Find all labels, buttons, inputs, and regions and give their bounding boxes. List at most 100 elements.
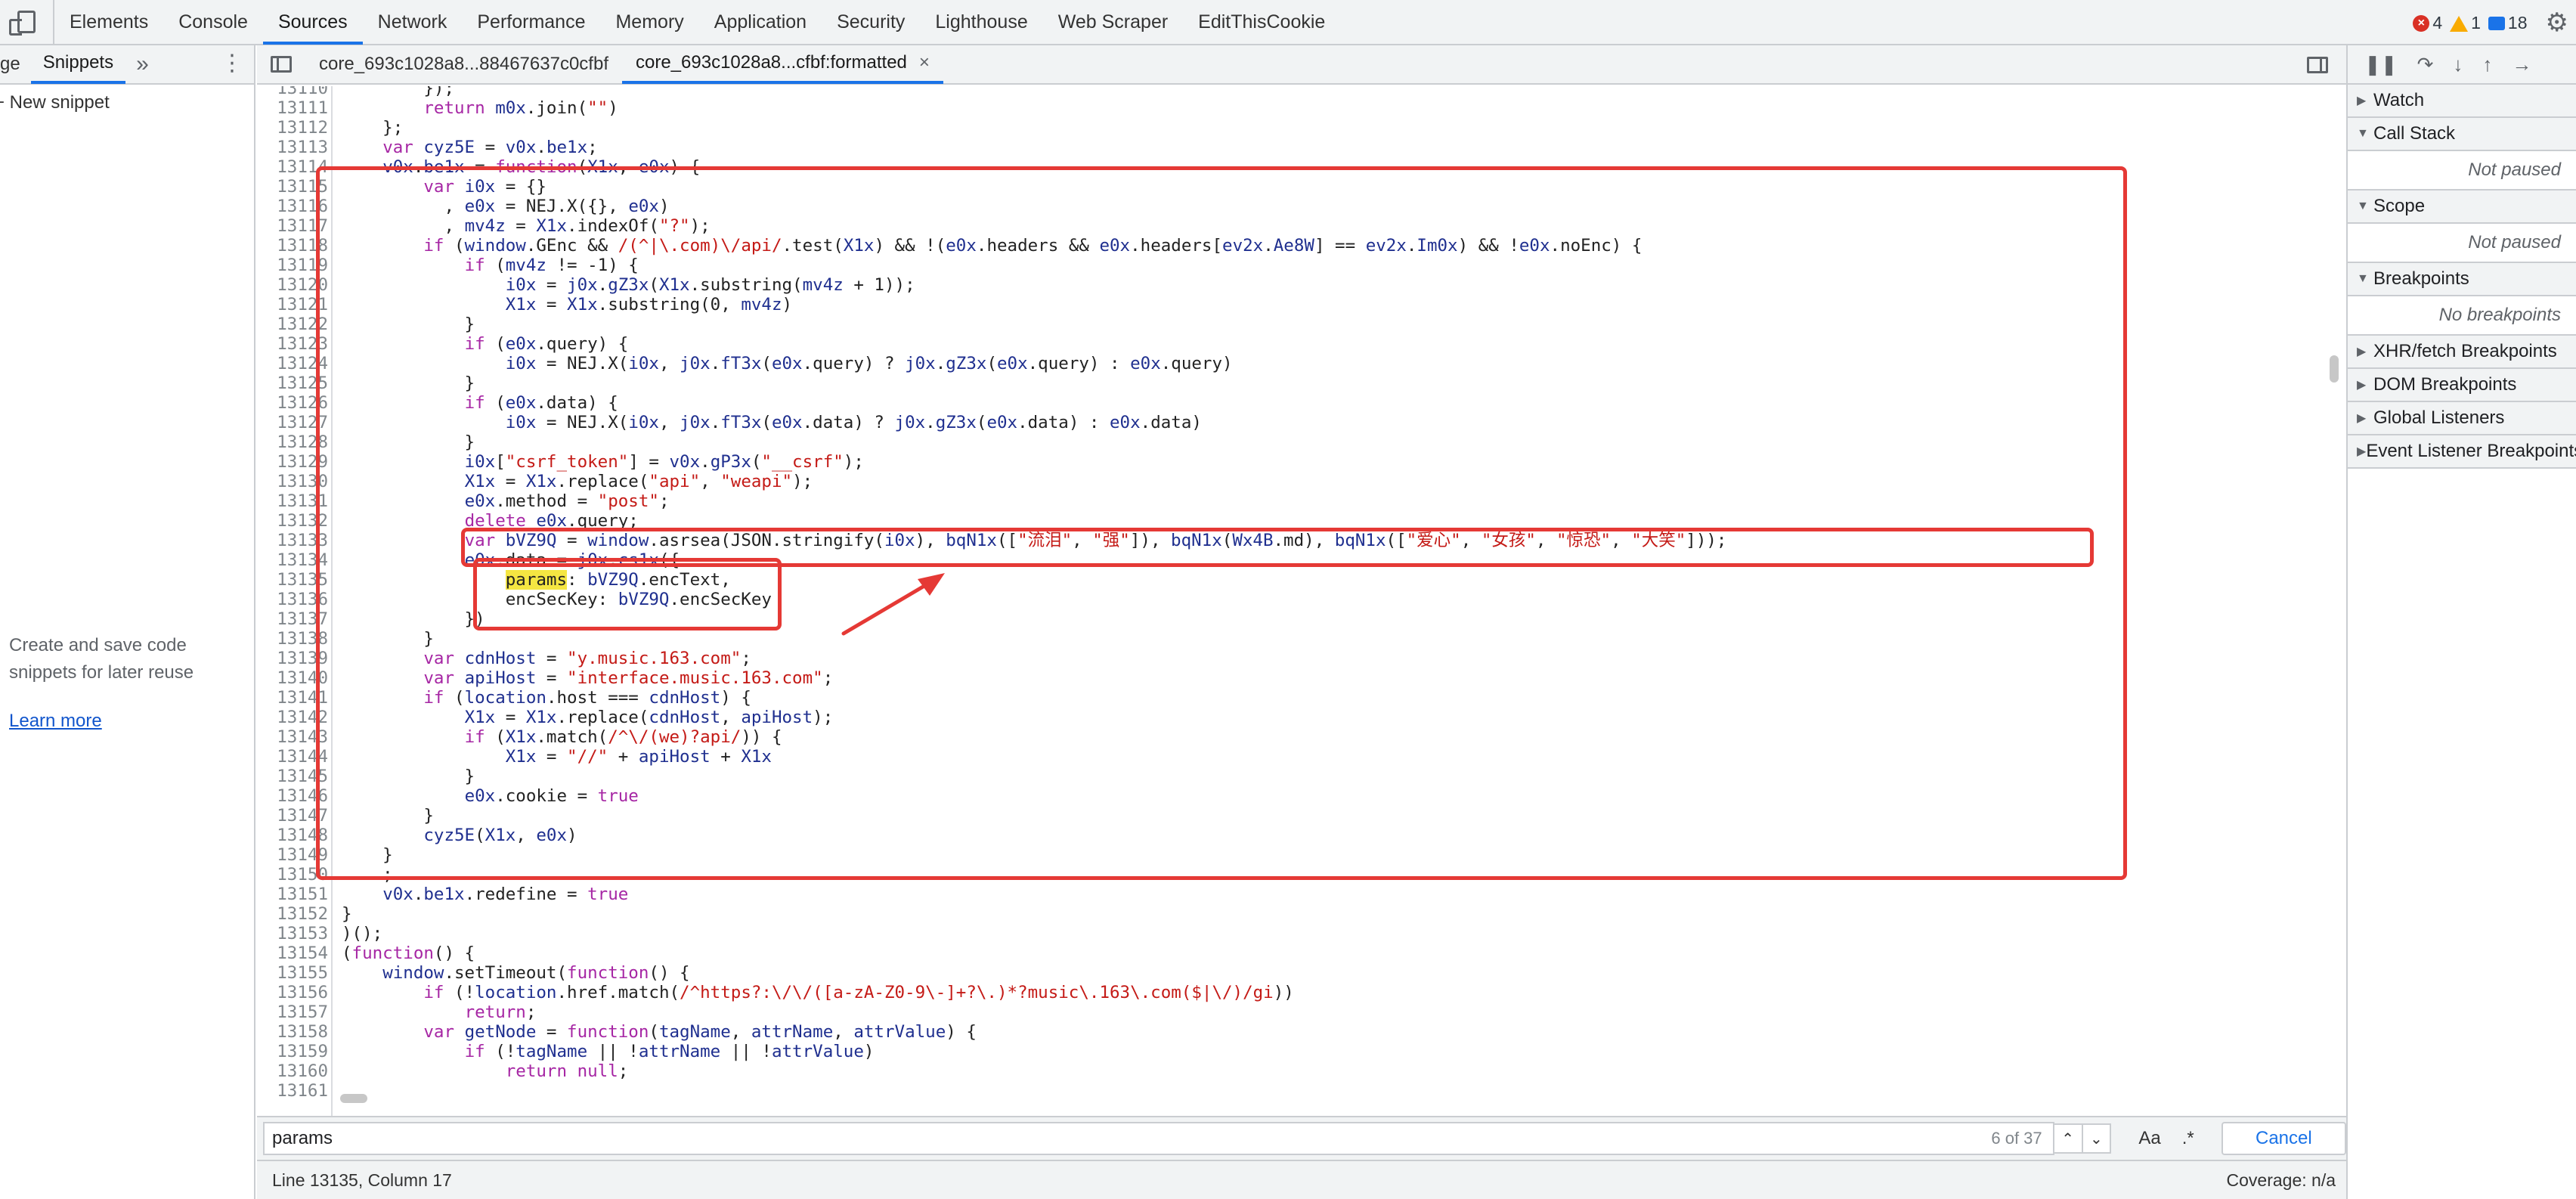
code-line[interactable]: 13150 ; <box>257 865 2346 885</box>
code-line[interactable]: 13143 if (X1x.match(/^\/(we)?api/)) { <box>257 727 2346 747</box>
code-line[interactable]: 13159 if (!tagName || !attrName || !attr… <box>257 1042 2346 1061</box>
line-number[interactable]: 13112 <box>257 118 328 138</box>
line-number[interactable]: 13143 <box>257 727 328 747</box>
code-line[interactable]: 13160 return null; <box>257 1061 2346 1081</box>
line-number[interactable]: 13144 <box>257 747 328 767</box>
code-line[interactable]: 13152} <box>257 904 2346 924</box>
tab-elements[interactable]: Elements <box>54 0 163 45</box>
line-number[interactable]: 13158 <box>257 1022 328 1042</box>
pause-icon[interactable]: ❚❚ <box>2364 53 2398 76</box>
code-line[interactable]: 13142 X1x = X1x.replace(cdnHost, apiHost… <box>257 708 2346 727</box>
code-line[interactable]: 13155 window.setTimeout(function() { <box>257 963 2346 983</box>
search-previous-button[interactable]: ⌃ <box>2052 1123 2083 1154</box>
pane-header-call-stack[interactable]: ▼ Call Stack <box>2348 118 2576 151</box>
line-number[interactable]: 13141 <box>257 688 328 708</box>
line-number[interactable]: 13117 <box>257 216 328 236</box>
close-icon[interactable]: × <box>919 52 930 73</box>
line-number[interactable]: 13115 <box>257 177 328 197</box>
code-line[interactable]: 13121 X1x = X1x.substring(0, mv4z) <box>257 295 2346 314</box>
line-number[interactable]: 13146 <box>257 786 328 806</box>
step-out-icon[interactable]: ↑ <box>2482 53 2492 76</box>
vertical-scrollbar[interactable] <box>2330 355 2339 383</box>
code-line[interactable]: 13158 var getNode = function(tagName, at… <box>257 1022 2346 1042</box>
code-line[interactable]: 13146 e0x.cookie = true <box>257 786 2346 806</box>
search-input[interactable]: params 6 of 37 <box>263 1122 2054 1155</box>
match-case-toggle[interactable]: Aa <box>2138 1128 2160 1149</box>
code-line[interactable]: 13133 var bVZ9Q = window.asrsea(JSON.str… <box>257 531 2346 550</box>
code-line[interactable]: 13148 cyz5E(X1x, e0x) <box>257 826 2346 845</box>
code-line[interactable]: 13110 }); <box>257 86 2346 98</box>
tab-web-scraper[interactable]: Web Scraper <box>1043 0 1183 45</box>
line-number[interactable]: 13123 <box>257 334 328 354</box>
line-number[interactable]: 13137 <box>257 609 328 629</box>
line-number[interactable]: 13136 <box>257 590 328 609</box>
line-number[interactable]: 13161 <box>257 1081 328 1101</box>
step-over-icon[interactable]: ↷ <box>2417 53 2434 76</box>
line-number[interactable]: 13116 <box>257 197 328 216</box>
code-line[interactable]: 13118 if (window.GEnc && /(^|\.com)\/api… <box>257 236 2346 256</box>
code-line[interactable]: 13141 if (location.host === cdnHost) { <box>257 688 2346 708</box>
line-number[interactable]: 13129 <box>257 452 328 472</box>
code-line[interactable]: 13131 e0x.method = "post"; <box>257 491 2346 511</box>
step-icon[interactable]: → <box>2512 53 2531 76</box>
line-number[interactable]: 13147 <box>257 806 328 826</box>
code-line[interactable]: 13153)(); <box>257 924 2346 943</box>
code-view[interactable]: 13110 }); 13111 return m0x.join("") 13112 … <box>257 86 2346 1134</box>
line-number[interactable]: 13149 <box>257 845 328 865</box>
code-line[interactable]: 13120 i0x = j0x.gZ3x(X1x.substring(mv4z … <box>257 275 2346 295</box>
code-line[interactable]: 13130 X1x = X1x.replace("api", "weapi"); <box>257 472 2346 491</box>
line-number[interactable]: 13160 <box>257 1061 328 1081</box>
code-line[interactable]: 13113 var cyz5E = v0x.be1x; <box>257 138 2346 157</box>
line-number[interactable]: 13150 <box>257 865 328 885</box>
error-counter[interactable]: × 4 <box>2413 13 2442 33</box>
line-number[interactable]: 13128 <box>257 432 328 452</box>
line-number[interactable]: 13114 <box>257 157 328 177</box>
code-line[interactable]: 13145 } <box>257 767 2346 786</box>
coverage-status[interactable]: Coverage: n/a <box>2227 1170 2336 1191</box>
kebab-menu-icon[interactable]: ⋮ <box>221 50 243 76</box>
line-number[interactable]: 13159 <box>257 1042 328 1061</box>
code-line[interactable]: 13154 (function() { <box>257 943 2346 963</box>
search-next-button[interactable]: ⌄ <box>2081 1123 2112 1154</box>
code-line[interactable]: 13149 } <box>257 845 2346 865</box>
line-number[interactable]: 13127 <box>257 413 328 432</box>
line-number[interactable]: 13148 <box>257 826 328 845</box>
message-counter[interactable]: 18 <box>2488 13 2528 33</box>
code-line[interactable]: 13139 var cdnHost = "y.music.163.com"; <box>257 649 2346 668</box>
line-number[interactable]: 13126 <box>257 393 328 413</box>
step-into-icon[interactable]: ↓ <box>2453 53 2463 76</box>
line-number[interactable]: 13118 <box>257 236 328 256</box>
code-line[interactable]: 13128 } <box>257 432 2346 452</box>
tab-memory[interactable]: Memory <box>600 0 698 45</box>
code-line[interactable]: 13135 params: bVZ9Q.encText, <box>257 570 2346 590</box>
line-number[interactable]: 13140 <box>257 668 328 688</box>
file-tab-original[interactable]: core_693c1028a8...88467637c0cfbf <box>305 45 622 84</box>
tab-performance[interactable]: Performance <box>462 0 600 45</box>
file-tab-formatted[interactable]: core_693c1028a8...cfbf:formatted × <box>621 45 943 84</box>
code-line[interactable]: 13111 return m0x.join("") <box>257 98 2346 118</box>
line-number[interactable]: 13156 <box>257 983 328 1002</box>
toggle-navigator-button[interactable] <box>257 45 305 84</box>
pane-header-breakpoints[interactable]: ▼ Breakpoints <box>2348 263 2576 296</box>
line-number[interactable]: 13133 <box>257 531 328 550</box>
code-line[interactable]: 13140 var apiHost = "interface.music.163… <box>257 668 2346 688</box>
code-line[interactable]: 13124 i0x = NEJ.X(i0x, j0x.fT3x(e0x.quer… <box>257 354 2346 373</box>
line-number[interactable]: 13131 <box>257 491 328 511</box>
line-number[interactable]: 13113 <box>257 138 328 157</box>
code-line[interactable]: 13137 }) <box>257 609 2346 629</box>
line-number[interactable]: 13121 <box>257 295 328 314</box>
line-number[interactable]: 13138 <box>257 629 328 649</box>
code-line[interactable]: 13134 e0x.data = j0x.cs1x({ <box>257 550 2346 570</box>
issue-counters[interactable]: × 4 1 18 ⚙ <box>2413 0 2576 45</box>
line-number[interactable]: 13120 <box>257 275 328 295</box>
pane-header-xhr-fetch-breakpoints[interactable]: ▶ XHR/fetch Breakpoints <box>2348 336 2576 369</box>
line-number[interactable]: 13122 <box>257 314 328 334</box>
tab-console[interactable]: Console <box>163 0 263 45</box>
warning-counter[interactable]: 1 <box>2450 13 2481 33</box>
code-line[interactable]: 13123 if (e0x.query) { <box>257 334 2346 354</box>
code-line[interactable]: 13151 v0x.be1x.redefine = true <box>257 885 2346 904</box>
code-line[interactable]: 13122 } <box>257 314 2346 334</box>
more-tabs-icon[interactable]: » <box>125 51 159 77</box>
pane-header-scope[interactable]: ▼ Scope <box>2348 191 2576 224</box>
tab-application[interactable]: Application <box>699 0 822 45</box>
